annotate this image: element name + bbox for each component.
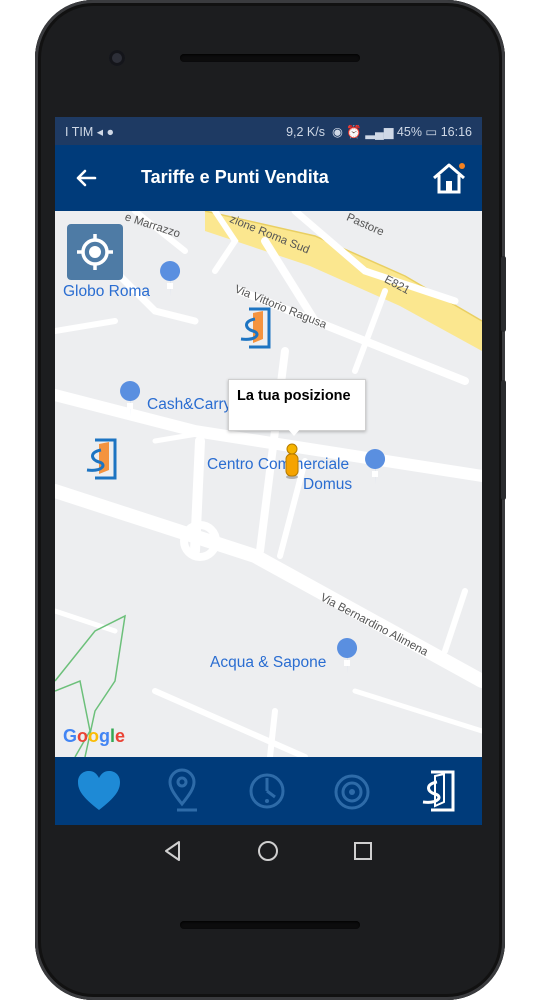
recents-square-icon[interactable]: [351, 839, 375, 863]
app-bar: Tariffe e Punti Vendita: [55, 145, 482, 211]
status-carrier: I TIM ◂ ●: [65, 125, 115, 139]
store-marker[interactable]: [235, 305, 275, 351]
pin-icon[interactable]: [157, 766, 207, 816]
system-nav-bar: [55, 825, 482, 877]
screen: I TIM ◂ ● 9,2 K/s ◉ ⏰ ▂▄▆ 45% ▭ 16:16 Ta…: [55, 117, 482, 825]
store-door-icon[interactable]: [413, 766, 463, 816]
popup-arrow: [287, 428, 301, 436]
clock-icon[interactable]: [242, 766, 292, 816]
bottom-nav: [55, 757, 482, 825]
page-title: Tariffe e Punti Vendita: [141, 167, 329, 187]
status-speed: 9,2 K/s: [286, 125, 325, 139]
poi-domus[interactable]: Domus: [303, 476, 352, 494]
bottom-speaker: [180, 921, 360, 929]
volume-button: [501, 380, 506, 500]
arrow-left-icon[interactable]: [71, 163, 101, 193]
google-attribution: Google: [63, 726, 126, 746]
status-battery: 45%: [396, 125, 422, 139]
status-time: 16:16: [440, 125, 472, 139]
signal-icon[interactable]: [327, 766, 377, 816]
back-triangle-icon[interactable]: [161, 839, 185, 863]
poi-acqua-sapone[interactable]: Acqua & Sapone: [210, 654, 326, 672]
status-right: 9,2 K/s ◉ ⏰ ▂▄▆ 45% ▭ 16:16: [286, 125, 472, 139]
store-marker[interactable]: [81, 436, 121, 482]
front-camera: [109, 50, 125, 66]
map-view[interactable]: Globo Roma Cash&Carry Centro Commerciale…: [55, 211, 482, 757]
position-popup-text: La tua posizione: [237, 388, 351, 404]
poi-cash-carry[interactable]: Cash&Carry: [147, 396, 231, 414]
pegman-icon: [285, 443, 299, 479]
poi-centro-commerciale[interactable]: Centro Commerciale: [207, 456, 349, 474]
status-bar: I TIM ◂ ● 9,2 K/s ◉ ⏰ ▂▄▆ 45% ▭ 16:16: [55, 117, 482, 145]
position-popup: La tua posizione: [228, 379, 366, 431]
home-circle-icon[interactable]: [256, 839, 280, 863]
home-icon[interactable]: [429, 159, 469, 197]
top-speaker: [180, 54, 360, 62]
poi-globo-roma[interactable]: Globo Roma: [63, 283, 150, 301]
power-button: [501, 256, 506, 332]
crosshair-gps-icon: [77, 234, 113, 270]
heart-icon[interactable]: [74, 766, 124, 816]
my-location-button[interactable]: [67, 224, 123, 280]
